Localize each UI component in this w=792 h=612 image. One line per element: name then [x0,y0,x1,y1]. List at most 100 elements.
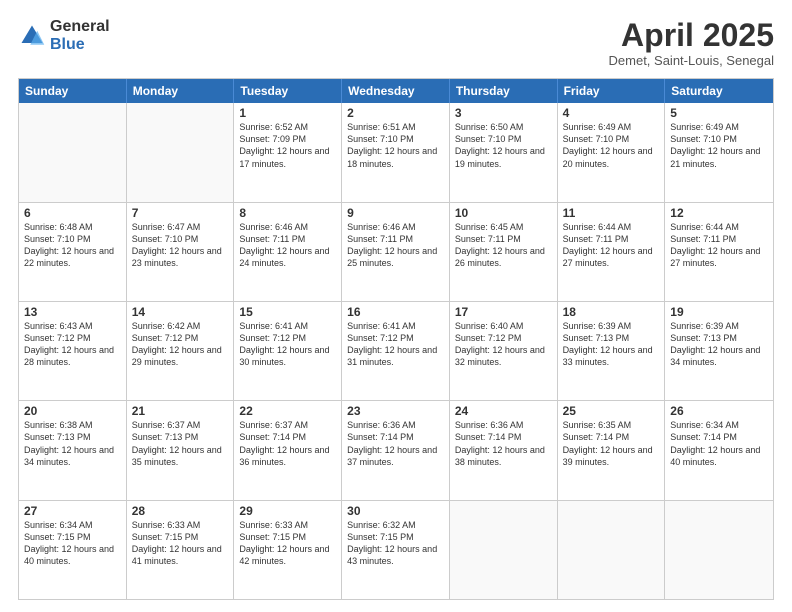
day-number: 5 [670,106,768,120]
calendar-row-4: 27Sunrise: 6:34 AM Sunset: 7:15 PM Dayli… [19,500,773,599]
day-info: Sunrise: 6:41 AM Sunset: 7:12 PM Dayligh… [347,320,444,369]
day-number: 30 [347,504,444,518]
day-info: Sunrise: 6:36 AM Sunset: 7:14 PM Dayligh… [455,419,552,468]
day-number: 1 [239,106,336,120]
day-info: Sunrise: 6:33 AM Sunset: 7:15 PM Dayligh… [132,519,229,568]
day-info: Sunrise: 6:38 AM Sunset: 7:13 PM Dayligh… [24,419,121,468]
day-info: Sunrise: 6:51 AM Sunset: 7:10 PM Dayligh… [347,121,444,170]
location-subtitle: Demet, Saint-Louis, Senegal [609,53,774,68]
calendar-cell [19,103,127,201]
day-info: Sunrise: 6:39 AM Sunset: 7:13 PM Dayligh… [563,320,660,369]
day-number: 23 [347,404,444,418]
calendar-cell: 14Sunrise: 6:42 AM Sunset: 7:12 PM Dayli… [127,302,235,400]
day-info: Sunrise: 6:37 AM Sunset: 7:14 PM Dayligh… [239,419,336,468]
header-day-sunday: Sunday [19,79,127,103]
calendar-cell: 11Sunrise: 6:44 AM Sunset: 7:11 PM Dayli… [558,203,666,301]
day-number: 16 [347,305,444,319]
calendar: SundayMondayTuesdayWednesdayThursdayFrid… [18,78,774,600]
calendar-cell: 27Sunrise: 6:34 AM Sunset: 7:15 PM Dayli… [19,501,127,599]
day-number: 13 [24,305,121,319]
day-number: 21 [132,404,229,418]
day-info: Sunrise: 6:45 AM Sunset: 7:11 PM Dayligh… [455,221,552,270]
calendar-cell: 4Sunrise: 6:49 AM Sunset: 7:10 PM Daylig… [558,103,666,201]
calendar-cell: 20Sunrise: 6:38 AM Sunset: 7:13 PM Dayli… [19,401,127,499]
calendar-cell: 18Sunrise: 6:39 AM Sunset: 7:13 PM Dayli… [558,302,666,400]
day-number: 17 [455,305,552,319]
calendar-cell: 26Sunrise: 6:34 AM Sunset: 7:14 PM Dayli… [665,401,773,499]
day-info: Sunrise: 6:48 AM Sunset: 7:10 PM Dayligh… [24,221,121,270]
day-number: 10 [455,206,552,220]
month-title: April 2025 [609,18,774,53]
calendar-cell: 1Sunrise: 6:52 AM Sunset: 7:09 PM Daylig… [234,103,342,201]
calendar-cell: 30Sunrise: 6:32 AM Sunset: 7:15 PM Dayli… [342,501,450,599]
day-info: Sunrise: 6:49 AM Sunset: 7:10 PM Dayligh… [670,121,768,170]
day-info: Sunrise: 6:37 AM Sunset: 7:13 PM Dayligh… [132,419,229,468]
calendar-cell [127,103,235,201]
calendar-cell: 6Sunrise: 6:48 AM Sunset: 7:10 PM Daylig… [19,203,127,301]
day-number: 14 [132,305,229,319]
day-number: 26 [670,404,768,418]
header-day-monday: Monday [127,79,235,103]
calendar-cell: 3Sunrise: 6:50 AM Sunset: 7:10 PM Daylig… [450,103,558,201]
day-info: Sunrise: 6:46 AM Sunset: 7:11 PM Dayligh… [347,221,444,270]
calendar-cell: 8Sunrise: 6:46 AM Sunset: 7:11 PM Daylig… [234,203,342,301]
day-number: 24 [455,404,552,418]
day-number: 18 [563,305,660,319]
day-info: Sunrise: 6:52 AM Sunset: 7:09 PM Dayligh… [239,121,336,170]
calendar-cell: 21Sunrise: 6:37 AM Sunset: 7:13 PM Dayli… [127,401,235,499]
day-number: 6 [24,206,121,220]
header-day-thursday: Thursday [450,79,558,103]
calendar-cell: 25Sunrise: 6:35 AM Sunset: 7:14 PM Dayli… [558,401,666,499]
header-day-saturday: Saturday [665,79,773,103]
day-info: Sunrise: 6:35 AM Sunset: 7:14 PM Dayligh… [563,419,660,468]
day-number: 8 [239,206,336,220]
calendar-cell: 15Sunrise: 6:41 AM Sunset: 7:12 PM Dayli… [234,302,342,400]
calendar-cell: 7Sunrise: 6:47 AM Sunset: 7:10 PM Daylig… [127,203,235,301]
calendar-cell: 24Sunrise: 6:36 AM Sunset: 7:14 PM Dayli… [450,401,558,499]
day-info: Sunrise: 6:32 AM Sunset: 7:15 PM Dayligh… [347,519,444,568]
calendar-cell: 12Sunrise: 6:44 AM Sunset: 7:11 PM Dayli… [665,203,773,301]
calendar-row-1: 6Sunrise: 6:48 AM Sunset: 7:10 PM Daylig… [19,202,773,301]
header: General Blue April 2025 Demet, Saint-Lou… [18,18,774,68]
day-info: Sunrise: 6:47 AM Sunset: 7:10 PM Dayligh… [132,221,229,270]
calendar-row-2: 13Sunrise: 6:43 AM Sunset: 7:12 PM Dayli… [19,301,773,400]
calendar-cell: 9Sunrise: 6:46 AM Sunset: 7:11 PM Daylig… [342,203,450,301]
day-number: 7 [132,206,229,220]
logo-general-text: General [50,18,110,36]
title-block: April 2025 Demet, Saint-Louis, Senegal [609,18,774,68]
day-number: 9 [347,206,444,220]
day-number: 19 [670,305,768,319]
day-number: 11 [563,206,660,220]
calendar-cell: 5Sunrise: 6:49 AM Sunset: 7:10 PM Daylig… [665,103,773,201]
calendar-cell [558,501,666,599]
day-number: 4 [563,106,660,120]
calendar-cell: 13Sunrise: 6:43 AM Sunset: 7:12 PM Dayli… [19,302,127,400]
calendar-row-3: 20Sunrise: 6:38 AM Sunset: 7:13 PM Dayli… [19,400,773,499]
day-number: 3 [455,106,552,120]
calendar-cell: 29Sunrise: 6:33 AM Sunset: 7:15 PM Dayli… [234,501,342,599]
day-info: Sunrise: 6:41 AM Sunset: 7:12 PM Dayligh… [239,320,336,369]
calendar-cell: 23Sunrise: 6:36 AM Sunset: 7:14 PM Dayli… [342,401,450,499]
day-info: Sunrise: 6:44 AM Sunset: 7:11 PM Dayligh… [670,221,768,270]
header-day-tuesday: Tuesday [234,79,342,103]
page: General Blue April 2025 Demet, Saint-Lou… [0,0,792,612]
day-number: 20 [24,404,121,418]
header-day-friday: Friday [558,79,666,103]
day-info: Sunrise: 6:49 AM Sunset: 7:10 PM Dayligh… [563,121,660,170]
calendar-cell: 28Sunrise: 6:33 AM Sunset: 7:15 PM Dayli… [127,501,235,599]
calendar-cell: 19Sunrise: 6:39 AM Sunset: 7:13 PM Dayli… [665,302,773,400]
day-info: Sunrise: 6:33 AM Sunset: 7:15 PM Dayligh… [239,519,336,568]
calendar-cell: 17Sunrise: 6:40 AM Sunset: 7:12 PM Dayli… [450,302,558,400]
day-info: Sunrise: 6:34 AM Sunset: 7:15 PM Dayligh… [24,519,121,568]
day-info: Sunrise: 6:39 AM Sunset: 7:13 PM Dayligh… [670,320,768,369]
calendar-cell: 16Sunrise: 6:41 AM Sunset: 7:12 PM Dayli… [342,302,450,400]
calendar-row-0: 1Sunrise: 6:52 AM Sunset: 7:09 PM Daylig… [19,103,773,201]
day-number: 22 [239,404,336,418]
day-info: Sunrise: 6:36 AM Sunset: 7:14 PM Dayligh… [347,419,444,468]
day-number: 27 [24,504,121,518]
day-number: 12 [670,206,768,220]
calendar-cell: 10Sunrise: 6:45 AM Sunset: 7:11 PM Dayli… [450,203,558,301]
day-info: Sunrise: 6:42 AM Sunset: 7:12 PM Dayligh… [132,320,229,369]
calendar-cell: 22Sunrise: 6:37 AM Sunset: 7:14 PM Dayli… [234,401,342,499]
day-info: Sunrise: 6:50 AM Sunset: 7:10 PM Dayligh… [455,121,552,170]
